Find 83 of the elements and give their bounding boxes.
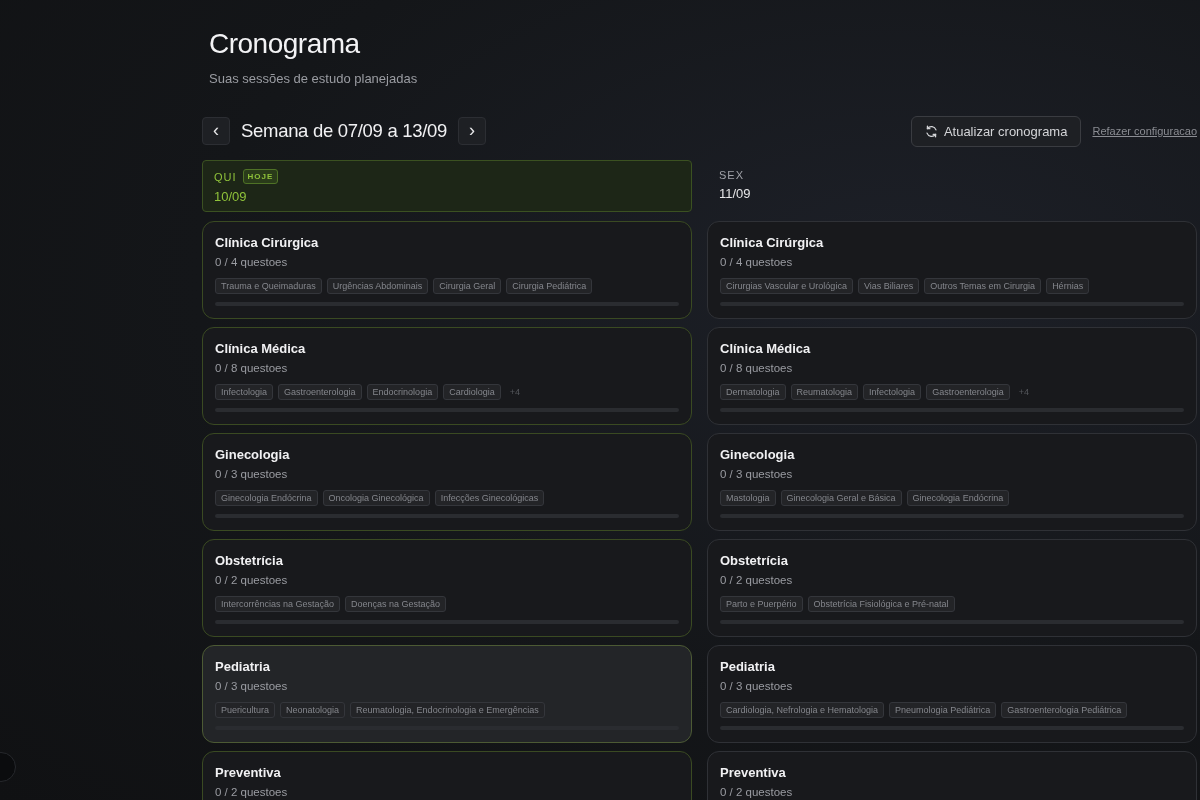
card-title: Preventiva xyxy=(215,765,282,781)
topic-tag: Cirurgia Pediátrica xyxy=(506,278,593,294)
topic-tag: Ginecologia Geral e Básica xyxy=(780,490,902,506)
today-badge: HOJE xyxy=(242,169,279,184)
redo-settings-link[interactable]: Refazer configuracao xyxy=(1092,125,1197,137)
topic-tag: Ginecologia Endócrina xyxy=(906,490,1010,506)
topic-tag: Hérnias xyxy=(1046,278,1090,294)
card-title: Ginecologia xyxy=(215,447,291,463)
topic-tag: Outros Temas em Cirurgia xyxy=(924,278,1042,294)
study-card[interactable]: Clínica Médica 0 / 8 questoes Infectologia Gastroenterologia Endocrinologia Cardiologia +4 xyxy=(202,327,692,425)
topic-tag: Reumatologia, Endocrinologia e Emergências xyxy=(350,702,545,718)
topic-tag: Infecções Ginecológicas xyxy=(434,490,545,506)
week-title: Semana de 07/09 a 13/09 xyxy=(241,120,448,142)
topic-tag: Cirurgias Vascular e Urológica xyxy=(720,278,853,294)
topic-tag: Reumatologia xyxy=(790,384,859,400)
question-count: 0 / 8 questoes xyxy=(720,361,794,375)
topic-tag: Gastroenterologia xyxy=(278,384,362,400)
question-count: 0 / 3 questoes xyxy=(215,679,289,693)
study-card[interactable]: Clínica Médica 0 / 8 questoes Dermatologia Reumatologia Infectologia Gastroenterologia +4 xyxy=(707,327,1197,425)
question-count: 0 / 3 questoes xyxy=(720,679,794,693)
card-title: Obstetrícia xyxy=(720,553,789,569)
study-card[interactable]: Preventiva 0 / 2 questoes xyxy=(707,751,1197,800)
day-date: 10/09 xyxy=(214,189,248,204)
topic-tag: Puericultura xyxy=(215,702,276,718)
study-card[interactable]: Clínica Cirúrgica 0 / 4 questoes Cirurgias Vascular e Urológica Vias Biliares Outros Temas em Cirurgia Hérnias xyxy=(707,221,1197,319)
more-count: +4 xyxy=(509,387,520,397)
card-title: Preventiva xyxy=(720,765,787,781)
question-count: 0 / 2 questoes xyxy=(720,573,794,587)
page-subtitle: Suas sessões de estudo planejadas xyxy=(209,71,419,86)
question-count: 0 / 3 questoes xyxy=(720,467,794,481)
card-title: Clínica Médica xyxy=(720,341,812,357)
next-week-button[interactable]: › xyxy=(458,117,487,145)
topic-tag: Oncologia Ginecológica xyxy=(322,490,430,506)
card-title: Pediatria xyxy=(215,659,271,675)
day-date: 11/09 xyxy=(719,186,752,201)
weekday-label: SEX xyxy=(719,169,744,181)
topic-tag: Mastologia xyxy=(720,490,776,506)
topic-tag: Cardiologia, Nefrologia e Hematologia xyxy=(720,702,885,718)
card-title: Obstetrícia xyxy=(215,553,284,569)
topic-tag: Dermatologia xyxy=(720,384,786,400)
page-title: Cronograma xyxy=(209,27,361,61)
topic-tag: Gastroenterologia Pediátrica xyxy=(1001,702,1128,718)
topic-tag: Doenças na Gestação xyxy=(345,596,447,612)
topic-tag: Infectologia xyxy=(215,384,274,400)
card-title: Clínica Cirúrgica xyxy=(720,235,825,251)
topic-tag: Neonatologia xyxy=(280,702,346,718)
topic-tag: Cirurgia Geral xyxy=(433,278,502,294)
topic-tag: Vias Biliares xyxy=(857,278,920,294)
topic-tag: Infectologia xyxy=(863,384,922,400)
question-count: 0 / 8 questoes xyxy=(215,361,289,375)
question-count: 0 / 3 questoes xyxy=(215,467,289,481)
topic-tag: Parto e Puerpério xyxy=(720,596,803,612)
topic-tag: Ginecologia Endócrina xyxy=(215,490,318,506)
question-count: 0 / 4 questoes xyxy=(215,255,289,269)
card-title: Clínica Médica xyxy=(215,341,307,357)
question-count: 0 / 2 questoes xyxy=(215,785,289,799)
topic-tag: Cardiologia xyxy=(443,384,501,400)
question-count: 0 / 2 questoes xyxy=(720,785,794,799)
topic-tag: Intercorrências na Gestação xyxy=(215,596,341,612)
study-card[interactable]: Ginecologia 0 / 3 questoes Ginecologia Endócrina Oncologia Ginecológica Infecções Ginecológicas xyxy=(202,433,692,531)
card-title: Clínica Cirúrgica xyxy=(215,235,320,251)
study-card[interactable]: Obstetrícia 0 / 2 questoes Intercorrências na Gestação Doenças na Gestação xyxy=(202,539,692,637)
study-card[interactable]: Pediatria 0 / 3 questoes Puericultura Neonatologia Reumatologia, Endocrinologia e Emergências xyxy=(202,645,692,743)
more-count: +4 xyxy=(1018,387,1029,397)
study-card[interactable]: Pediatria 0 / 3 questoes Cardiologia, Nefrologia e Hematologia Pneumologia Pediátrica Gastroenterologia Pediátrica xyxy=(707,645,1197,743)
refresh-icon xyxy=(924,124,938,138)
study-card[interactable]: Obstetrícia 0 / 2 questoes Parto e Puerpério Obstetrícia Fisiológica e Pré-natal xyxy=(707,539,1197,637)
study-card[interactable]: Clínica Cirúrgica 0 / 4 questoes Trauma e Queimaduras Urgências Abdominais Cirurgia Geral Cirurgia Pediátrica xyxy=(202,221,692,319)
topic-tag: Urgências Abdominais xyxy=(326,278,429,294)
weekday-label: QUI xyxy=(214,170,237,183)
topic-tag: Gastroenterologia xyxy=(926,384,1010,400)
study-card[interactable]: Preventiva 0 / 2 questoes xyxy=(202,751,692,800)
topic-tag: Endocrinologia xyxy=(366,384,439,400)
topic-tag: Obstetrícia Fisiológica e Pré-natal xyxy=(807,596,955,612)
refresh-button[interactable]: Atualizar cronograma xyxy=(910,115,1082,147)
card-title: Pediatria xyxy=(720,659,776,675)
card-title: Ginecologia xyxy=(720,447,796,463)
topic-tag: Pneumologia Pediátrica xyxy=(889,702,997,718)
previous-week-button[interactable]: ‹ xyxy=(202,117,230,145)
question-count: 0 / 2 questoes xyxy=(215,573,289,587)
study-card[interactable]: Ginecologia 0 / 3 questoes Mastologia Ginecologia Geral e Básica Ginecologia Endócrina xyxy=(707,433,1197,531)
question-count: 0 / 4 questoes xyxy=(720,255,794,269)
topic-tag: Trauma e Queimaduras xyxy=(215,278,322,294)
